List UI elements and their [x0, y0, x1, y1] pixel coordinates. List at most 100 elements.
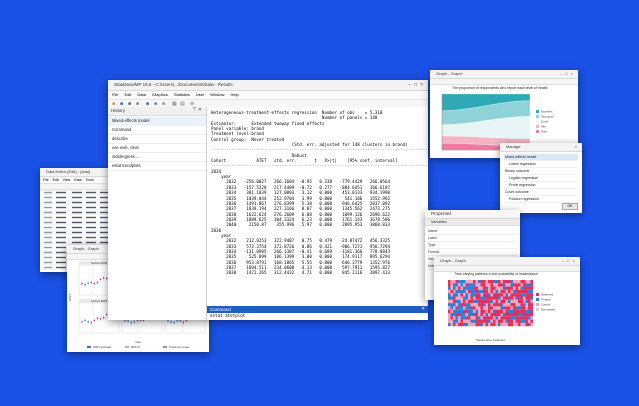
history-item[interactable]: use web, clear: [108, 144, 206, 153]
manage-item[interactable]: Poisson regression: [504, 196, 578, 203]
properties-section-bar[interactable]: Variables: [425, 219, 520, 226]
de-menu-tools[interactable]: Tools: [86, 177, 94, 183]
menu-data[interactable]: Data: [137, 91, 145, 99]
heat-cell: [450, 322, 453, 327]
window-controls[interactable]: ×: [575, 143, 580, 151]
grid-cell[interactable]: [72, 211, 82, 214]
close-icon[interactable]: ✕: [421, 306, 425, 312]
grid-cell[interactable]: [44, 246, 52, 249]
menu-user[interactable]: User: [196, 91, 204, 99]
menu-help[interactable]: Help: [231, 91, 239, 99]
grid-cell[interactable]: [86, 206, 96, 209]
history-item[interactable]: Mixed-effects model: [108, 117, 206, 126]
manage-item[interactable]: Count outcome: [504, 189, 578, 196]
heat-cell: [490, 303, 493, 307]
heat-cell: [450, 293, 453, 297]
grid-cell[interactable]: [86, 201, 96, 204]
grid-cell[interactable]: [72, 206, 82, 209]
grid-cell[interactable]: [56, 236, 66, 239]
manage-item[interactable]: Logistic regression: [504, 175, 578, 182]
grid-cell[interactable]: [56, 241, 66, 244]
history-header-bar: History ⊤ ✕: [108, 107, 206, 116]
window-controls[interactable]: –□×: [562, 257, 578, 265]
de-menu-edit[interactable]: Edit: [53, 177, 59, 183]
window-controls[interactable]: –□×: [560, 70, 576, 78]
grid-cell[interactable]: [44, 221, 52, 224]
heat-cell: [493, 309, 496, 313]
grid-cell[interactable]: [44, 226, 52, 229]
command-input[interactable]: estat atetplot: [210, 313, 245, 318]
de-menu-view[interactable]: View: [63, 177, 71, 183]
grid-cell[interactable]: [56, 216, 66, 219]
grid-cell[interactable]: [44, 241, 52, 244]
menu-edit[interactable]: Edit: [124, 91, 131, 99]
grid-cell[interactable]: [72, 221, 82, 224]
property-row[interactable]: Format: [428, 249, 517, 256]
manage-item[interactable]: Mixed-effects model: [504, 154, 578, 161]
grid-cell[interactable]: [44, 256, 52, 259]
grid-cell[interactable]: [56, 256, 66, 259]
grid-cell[interactable]: [56, 211, 66, 214]
heat-cell: [513, 313, 516, 317]
manage-ok-button[interactable]: OK: [562, 203, 578, 210]
grid-cell[interactable]: [56, 251, 66, 254]
grid-cell[interactable]: [44, 191, 52, 194]
grid-cell[interactable]: [44, 261, 52, 264]
grid-cell[interactable]: [86, 241, 96, 244]
grid-cell[interactable]: [86, 226, 96, 229]
menu-graphics[interactable]: Graphics: [152, 91, 168, 99]
grid-cell[interactable]: [72, 216, 82, 219]
grid-cell[interactable]: [56, 261, 66, 264]
manage-item[interactable]: Probit regression: [504, 182, 578, 189]
history-item[interactable]: estat trendplots: [108, 162, 206, 171]
grid-cell[interactable]: [44, 236, 52, 239]
grid-cell[interactable]: [56, 221, 66, 224]
manage-item[interactable]: Binary outcome: [504, 168, 578, 175]
pin-icon[interactable]: ⊤ ✕: [192, 107, 202, 113]
grid-cell[interactable]: [44, 201, 52, 204]
grid-cell[interactable]: [72, 201, 82, 204]
grid-cell[interactable]: [56, 266, 66, 269]
history-item[interactable]: xtdidregress ...: [108, 153, 206, 162]
grid-cell[interactable]: [56, 196, 66, 199]
menu-file[interactable]: File: [112, 91, 118, 99]
grid-cell[interactable]: [86, 231, 96, 234]
grid-cell[interactable]: [56, 206, 66, 209]
grid-cell[interactable]: [44, 206, 52, 209]
grid-cell[interactable]: [72, 231, 82, 234]
manage-item[interactable]: Linear regression: [504, 161, 578, 168]
de-menu-data[interactable]: Data: [74, 177, 81, 183]
grid-cell[interactable]: [86, 221, 96, 224]
grid-cell[interactable]: [86, 211, 96, 214]
grid-cell[interactable]: [44, 196, 52, 199]
heat-cell: [458, 289, 461, 294]
grid-cell[interactable]: [86, 191, 96, 194]
property-row[interactable]: Type: [428, 242, 517, 249]
menu-statistics[interactable]: Statistics: [174, 91, 190, 99]
grid-cell[interactable]: [44, 231, 52, 234]
menu-window[interactable]: Window: [210, 91, 224, 99]
grid-cell[interactable]: [44, 211, 52, 214]
grid-cell[interactable]: [56, 246, 66, 249]
grid-cell[interactable]: [56, 226, 66, 229]
grid-cell[interactable]: [86, 216, 96, 219]
de-menu-file[interactable]: File: [43, 177, 49, 183]
grid-cell[interactable]: [44, 251, 52, 254]
history-item[interactable]: Command: [108, 126, 206, 135]
window-controls[interactable]: –□×: [408, 80, 426, 90]
grid-cell[interactable]: [56, 231, 66, 234]
property-row[interactable]: Name: [428, 228, 517, 235]
grid-cell[interactable]: [44, 216, 52, 219]
property-row[interactable]: Label: [428, 235, 517, 242]
history-item[interactable]: describe: [108, 135, 206, 144]
grid-cell[interactable]: [72, 191, 82, 194]
grid-cell[interactable]: [72, 236, 82, 239]
grid-cell[interactable]: [86, 236, 96, 239]
grid-cell[interactable]: [72, 241, 82, 244]
grid-cell[interactable]: [72, 226, 82, 229]
grid-cell[interactable]: [44, 266, 52, 269]
grid-cell[interactable]: [72, 196, 82, 199]
grid-cell[interactable]: [86, 196, 96, 199]
grid-cell[interactable]: [56, 191, 66, 194]
grid-cell[interactable]: [56, 201, 66, 204]
